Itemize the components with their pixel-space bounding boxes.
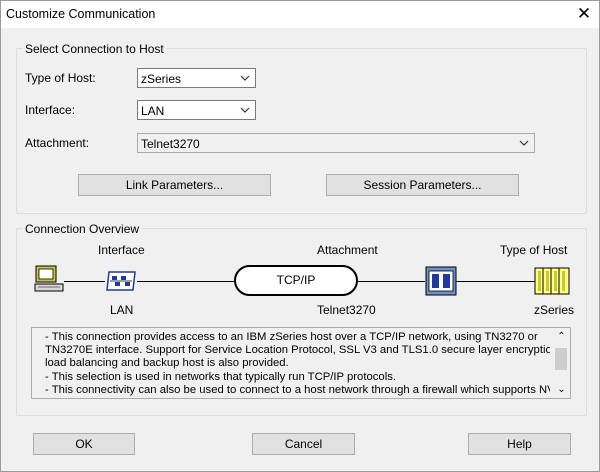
attachment-label: Attachment: — [25, 136, 90, 150]
session-parameters-button[interactable]: Session Parameters... — [326, 174, 519, 196]
type-of-host-select[interactable]: zSeries — [137, 68, 256, 88]
scroll-up-button[interactable]: ⌃ — [553, 328, 570, 345]
description-line: - This connection provides access to an … — [45, 331, 538, 343]
connector-line — [64, 281, 105, 282]
help-button[interactable]: Help — [468, 433, 571, 455]
chevron-down-icon — [240, 107, 250, 113]
help-button-label: Help — [507, 437, 532, 451]
description-line: - This selection is used in networks tha… — [45, 370, 396, 383]
host-value-label: zSeries — [534, 303, 575, 317]
tcpip-pill: TCP/IP — [234, 265, 358, 296]
interface-label: Interface: — [25, 103, 76, 117]
scroll-down-button[interactable]: ⌄ — [553, 381, 570, 398]
type-of-host-value: zSeries — [141, 72, 182, 86]
dialog-window: Customize Communication ✕ Select Connect… — [0, 0, 600, 472]
attachment-value-label: Telnet3270 — [317, 303, 376, 317]
router-icon — [425, 266, 457, 296]
ok-button[interactable]: OK — [33, 433, 135, 455]
description-box[interactable]: - This connection provides access to an … — [31, 327, 571, 399]
chevron-down-icon — [519, 140, 529, 146]
close-button[interactable]: ✕ — [575, 5, 593, 23]
chevron-down-icon — [240, 75, 250, 81]
interface-select[interactable]: LAN — [137, 100, 256, 120]
type-of-host-label: Type of Host: — [25, 71, 96, 85]
title-bar[interactable]: Customize Communication ✕ — [1, 1, 599, 28]
attachment-header: Attachment — [317, 243, 378, 257]
lan-icon — [106, 271, 136, 291]
connection-overview-group-label: Connection Overview — [22, 222, 143, 236]
connector-line — [357, 281, 425, 282]
ok-button-label: OK — [75, 437, 93, 451]
description-line: load balancing and backup host is also p… — [45, 357, 289, 370]
attachment-select[interactable]: Telnet3270 — [137, 133, 535, 153]
window-title: Customize Communication — [6, 7, 156, 21]
tcpip-label: TCP/IP — [276, 273, 316, 287]
interface-value-label: LAN — [110, 303, 134, 317]
link-parameters-button[interactable]: Link Parameters... — [78, 174, 271, 196]
connector-line — [137, 281, 235, 282]
close-icon: ✕ — [576, 4, 592, 23]
chevron-up-icon: ⌃ — [557, 331, 566, 342]
description-text: - This connection provides access to an … — [45, 331, 550, 397]
description-line: - This connectivity can also be used to … — [45, 383, 550, 396]
session-parameters-button-label: Session Parameters... — [363, 178, 482, 192]
interface-header: Interface — [98, 243, 145, 257]
connector-line — [456, 281, 536, 282]
link-parameters-button-label: Link Parameters... — [125, 178, 224, 192]
interface-value: LAN — [141, 104, 165, 118]
scroll-thumb[interactable] — [555, 348, 567, 370]
host-icon — [534, 267, 570, 295]
cancel-button[interactable]: Cancel — [252, 433, 355, 455]
description-line: TN3270E interface. Support for Service L… — [45, 344, 550, 357]
workstation-icon — [34, 265, 64, 292]
select-connection-group-label: Select Connection to Host — [22, 42, 167, 56]
type-of-host-header: Type of Host — [500, 243, 568, 257]
chevron-down-icon: ⌄ — [557, 384, 566, 395]
attachment-value: Telnet3270 — [141, 137, 200, 151]
cancel-button-label: Cancel — [284, 437, 323, 451]
description-scrollbar[interactable]: ⌃ ⌄ — [553, 328, 570, 398]
